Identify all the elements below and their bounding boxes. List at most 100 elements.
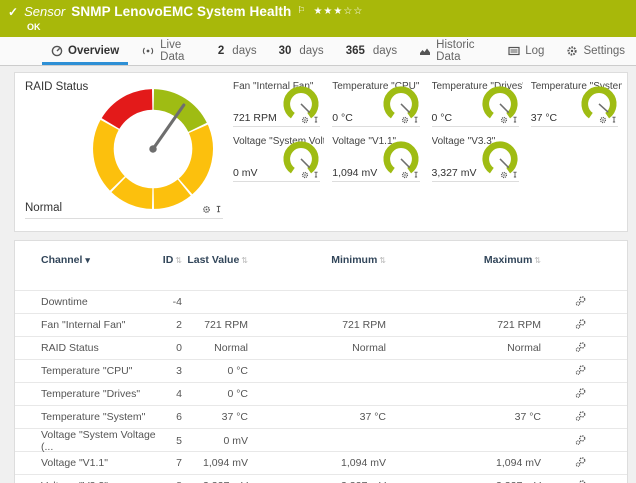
- channel-gauge-card[interactable]: Temperature "CPU" 0 °C: [330, 76, 423, 131]
- gauge-value: 37 °C: [531, 112, 557, 124]
- channel-cell: Voltage "System Voltage (...: [41, 429, 156, 453]
- id-cell: -4: [156, 296, 182, 308]
- gauge-value: 0 °C: [332, 112, 353, 124]
- pin-icon[interactable]: [610, 116, 618, 124]
- tab-live-data[interactable]: Live Data: [130, 37, 207, 65]
- maximum-cell: Normal: [386, 342, 541, 354]
- column-header-last-value[interactable]: Last Value⇅: [182, 254, 248, 267]
- pin-icon[interactable]: [214, 205, 223, 214]
- channel-table-card: Channel▾ ID⇅ Last Value⇅ Minimum⇅ Maximu…: [14, 240, 628, 483]
- raid-gauge-footer: Normal: [25, 202, 223, 219]
- last-value-cell: 0 mV: [182, 435, 248, 447]
- sensor-status-badge: OK: [27, 22, 41, 32]
- channel-gauge-card[interactable]: Temperature "Drives" 0 °C: [430, 76, 523, 131]
- tab-number: 365: [346, 45, 365, 57]
- tab-settings[interactable]: Settings: [555, 37, 636, 65]
- tab-label: days: [299, 45, 323, 57]
- tab-historic-data[interactable]: Historic Data: [408, 37, 497, 65]
- sort-icon: ⇅: [175, 256, 182, 265]
- pin-icon[interactable]: [412, 116, 420, 124]
- gauge-value: 0 °C: [432, 112, 453, 124]
- sensor-header: ✓ Sensor SNMP LenovoEMC System Health ⚐ …: [0, 0, 636, 37]
- gear-icon[interactable]: [500, 171, 508, 179]
- tab-log[interactable]: Log: [497, 37, 555, 65]
- channel-gauge-card[interactable]: Voltage "V3.3" 3,327 mV: [430, 131, 523, 186]
- minimum-cell: Normal: [248, 342, 386, 354]
- channel-settings-icon[interactable]: [575, 410, 587, 425]
- column-header-id[interactable]: ID⇅: [156, 254, 182, 267]
- id-cell: 6: [156, 411, 182, 423]
- channel-settings-icon[interactable]: [575, 341, 587, 356]
- sort-icon: ⇅: [534, 256, 541, 265]
- table-row[interactable]: Temperature "CPU" 3 0 °C: [15, 359, 627, 382]
- gear-icon[interactable]: [301, 116, 309, 124]
- gear-icon[interactable]: [202, 205, 211, 214]
- table-row[interactable]: Fan "Internal Fan" 2 721 RPM 721 RPM 721…: [15, 313, 627, 336]
- pin-icon[interactable]: [412, 171, 420, 179]
- channel-settings-icon[interactable]: [575, 387, 587, 402]
- tab-number: 30: [279, 45, 292, 57]
- table-row[interactable]: Temperature "System" 6 37 °C 37 °C 37 °C: [15, 405, 627, 428]
- gear-icon[interactable]: [599, 116, 607, 124]
- table-row[interactable]: Temperature "Drives" 4 0 °C: [15, 382, 627, 405]
- tab-2-days[interactable]: 2 days: [207, 37, 268, 65]
- tab-label: Historic Data: [436, 39, 486, 63]
- gear-icon: [566, 45, 578, 57]
- raid-gauge-segment-yellow: [119, 185, 153, 199]
- table-row[interactable]: Voltage "V1.1" 7 1,094 mV 1,094 mV 1,094…: [15, 451, 627, 474]
- pin-icon[interactable]: [511, 171, 519, 179]
- sensor-title: SNMP LenovoEMC System Health: [71, 4, 291, 19]
- gear-icon[interactable]: [401, 116, 409, 124]
- log-icon: [508, 45, 520, 57]
- id-cell: 4: [156, 388, 182, 400]
- tab-label: days: [232, 45, 256, 57]
- channel-settings-icon[interactable]: [575, 456, 587, 471]
- gear-icon[interactable]: [500, 116, 508, 124]
- tab-label: days: [373, 45, 397, 57]
- raid-gauge-segment-yellow: [103, 125, 117, 183]
- tab-365-days[interactable]: 365 days: [335, 37, 408, 65]
- flag-icon[interactable]: ⚐: [297, 5, 305, 16]
- channel-cell: RAID Status: [41, 342, 156, 354]
- table-row[interactable]: Voltage "System Voltage (... 5 0 mV: [15, 428, 627, 451]
- table-row[interactable]: Downtime -4: [15, 290, 627, 313]
- gear-icon[interactable]: [401, 171, 409, 179]
- table-row[interactable]: RAID Status 0 Normal Normal Normal: [15, 336, 627, 359]
- column-label: Maximum: [484, 254, 532, 266]
- pin-icon[interactable]: [312, 171, 320, 179]
- channel-cell: Temperature "System": [41, 411, 156, 423]
- gauges-card: RAID Status Normal Fan "Internal Fan": [14, 72, 628, 232]
- column-header-maximum[interactable]: Maximum⇅: [386, 254, 541, 267]
- table-row[interactable]: Voltage "V3.3" 8 3,327 mV 3,327 mV 3,327…: [15, 474, 627, 483]
- pin-icon[interactable]: [511, 116, 519, 124]
- channel-settings-icon[interactable]: [575, 318, 587, 333]
- tab-label: Log: [525, 45, 544, 57]
- channel-gauge-card[interactable]: Fan "Internal Fan" 721 RPM: [231, 76, 324, 131]
- tab-30-days[interactable]: 30 days: [268, 37, 335, 65]
- channel-settings-icon[interactable]: [575, 434, 587, 449]
- channel-settings-icon[interactable]: [575, 295, 587, 310]
- raid-status-gauge: [91, 87, 215, 211]
- maximum-cell: 37 °C: [386, 411, 541, 423]
- channel-settings-icon[interactable]: [575, 364, 587, 379]
- channel-cell: Fan "Internal Fan": [41, 319, 156, 331]
- raid-gauge-segment-green: [154, 99, 198, 127]
- gauge-icon: [51, 45, 63, 57]
- channel-gauge-card[interactable]: Voltage "System Voltage (12... 0 mV: [231, 131, 324, 186]
- column-header-minimum[interactable]: Minimum⇅: [248, 254, 386, 267]
- column-header-channel[interactable]: Channel▾: [41, 254, 156, 267]
- channel-gauge-card[interactable]: Voltage "V1.1" 1,094 mV: [330, 131, 423, 186]
- gauge-value: 0 mV: [233, 167, 258, 179]
- channel-settings-icon[interactable]: [575, 479, 587, 483]
- tab-overview[interactable]: Overview: [40, 37, 130, 65]
- channel-table: Channel▾ ID⇅ Last Value⇅ Minimum⇅ Maximu…: [15, 251, 627, 483]
- channel-gauge-card[interactable]: Temperature "System" 37 °C: [529, 76, 622, 131]
- gear-icon[interactable]: [301, 171, 309, 179]
- channel-gauge-grid: Fan "Internal Fan" 721 RPM Temperature "…: [231, 76, 622, 186]
- priority-stars[interactable]: ★★★☆☆: [313, 6, 363, 17]
- channel-cell: Temperature "Drives": [41, 388, 156, 400]
- gauge-value: 721 RPM: [233, 112, 277, 124]
- maximum-cell: 721 RPM: [386, 319, 541, 331]
- pin-icon[interactable]: [312, 116, 320, 124]
- tab-number: 2: [218, 45, 224, 57]
